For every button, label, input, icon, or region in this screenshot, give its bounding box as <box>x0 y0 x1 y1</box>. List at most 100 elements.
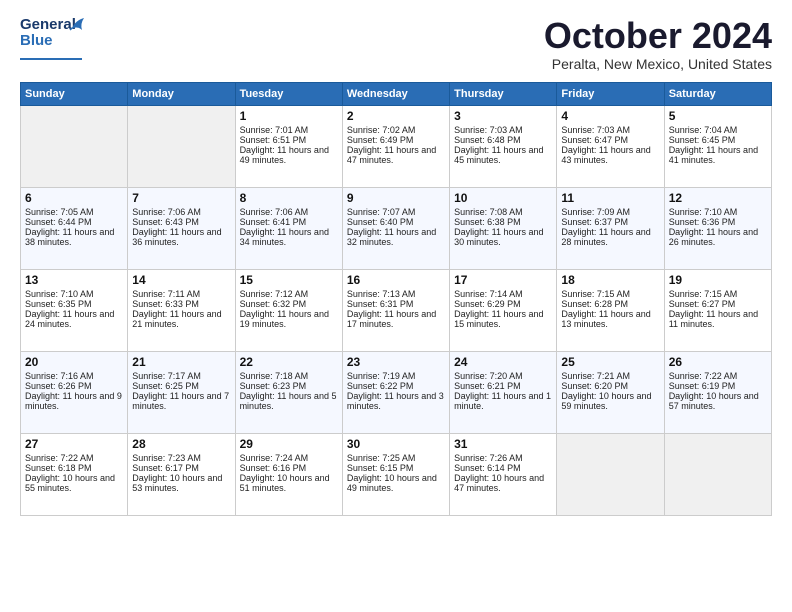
sunrise-text: Sunrise: 7:06 AM <box>240 207 338 217</box>
sunset-text: Sunset: 6:51 PM <box>240 135 338 145</box>
sunset-text: Sunset: 6:41 PM <box>240 217 338 227</box>
sunset-text: Sunset: 6:27 PM <box>669 299 767 309</box>
day-number: 13 <box>25 273 123 287</box>
daylight-text: Daylight: 11 hours and 47 minutes. <box>347 145 445 165</box>
sunset-text: Sunset: 6:20 PM <box>561 381 659 391</box>
table-row: 23Sunrise: 7:19 AMSunset: 6:22 PMDayligh… <box>342 351 449 433</box>
daylight-text: Daylight: 11 hours and 49 minutes. <box>240 145 338 165</box>
day-number: 24 <box>454 355 552 369</box>
month-title: October 2024 <box>544 16 772 56</box>
day-number: 3 <box>454 109 552 123</box>
sunset-text: Sunset: 6:16 PM <box>240 463 338 473</box>
sunrise-text: Sunrise: 7:18 AM <box>240 371 338 381</box>
daylight-text: Daylight: 11 hours and 30 minutes. <box>454 227 552 247</box>
day-number: 11 <box>561 191 659 205</box>
table-row: 21Sunrise: 7:17 AMSunset: 6:25 PMDayligh… <box>128 351 235 433</box>
day-number: 23 <box>347 355 445 369</box>
table-row: 15Sunrise: 7:12 AMSunset: 6:32 PMDayligh… <box>235 269 342 351</box>
logo-blue: Blue <box>20 32 53 49</box>
sunset-text: Sunset: 6:26 PM <box>25 381 123 391</box>
sunrise-text: Sunrise: 7:22 AM <box>25 453 123 463</box>
sunset-text: Sunset: 6:43 PM <box>132 217 230 227</box>
logo-underline <box>20 58 82 60</box>
day-number: 18 <box>561 273 659 287</box>
table-row: 25Sunrise: 7:21 AMSunset: 6:20 PMDayligh… <box>557 351 664 433</box>
daylight-text: Daylight: 11 hours and 28 minutes. <box>561 227 659 247</box>
sunrise-text: Sunrise: 7:09 AM <box>561 207 659 217</box>
sunset-text: Sunset: 6:49 PM <box>347 135 445 145</box>
table-row: 6Sunrise: 7:05 AMSunset: 6:44 PMDaylight… <box>21 187 128 269</box>
sunset-text: Sunset: 6:35 PM <box>25 299 123 309</box>
sunset-text: Sunset: 6:28 PM <box>561 299 659 309</box>
day-number: 29 <box>240 437 338 451</box>
sunset-text: Sunset: 6:15 PM <box>347 463 445 473</box>
page-header: General Blue October 2024 Peralta, New M… <box>20 16 772 72</box>
sunrise-text: Sunrise: 7:14 AM <box>454 289 552 299</box>
sunset-text: Sunset: 6:40 PM <box>347 217 445 227</box>
sunrise-text: Sunrise: 7:04 AM <box>669 125 767 135</box>
sunrise-text: Sunrise: 7:06 AM <box>132 207 230 217</box>
day-number: 12 <box>669 191 767 205</box>
daylight-text: Daylight: 11 hours and 32 minutes. <box>347 227 445 247</box>
sunset-text: Sunset: 6:47 PM <box>561 135 659 145</box>
sunrise-text: Sunrise: 7:05 AM <box>25 207 123 217</box>
sunrise-text: Sunrise: 7:15 AM <box>669 289 767 299</box>
table-row: 17Sunrise: 7:14 AMSunset: 6:29 PMDayligh… <box>450 269 557 351</box>
header-tuesday: Tuesday <box>235 82 342 105</box>
header-sunday: Sunday <box>21 82 128 105</box>
table-row: 22Sunrise: 7:18 AMSunset: 6:23 PMDayligh… <box>235 351 342 433</box>
table-row: 4 Sunrise: 7:03 AMSunset: 6:47 PMDaylight… <box>557 105 664 187</box>
table-row: 20Sunrise: 7:16 AMSunset: 6:26 PMDayligh… <box>21 351 128 433</box>
daylight-text: Daylight: 11 hours and 43 minutes. <box>561 145 659 165</box>
day-number: 27 <box>25 437 123 451</box>
day-number: 17 <box>454 273 552 287</box>
day-number: 9 <box>347 191 445 205</box>
sunrise-text: Sunrise: 7:10 AM <box>25 289 123 299</box>
day-number: 14 <box>132 273 230 287</box>
day-number: 15 <box>240 273 338 287</box>
sunrise-text: Sunrise: 7:03 AM <box>454 125 552 135</box>
daylight-text: Daylight: 11 hours and 36 minutes. <box>132 227 230 247</box>
daylight-text: Daylight: 11 hours and 9 minutes. <box>25 391 123 411</box>
daylight-text: Daylight: 11 hours and 5 minutes. <box>240 391 338 411</box>
day-number: 26 <box>669 355 767 369</box>
daylight-text: Daylight: 11 hours and 19 minutes. <box>240 309 338 329</box>
sunrise-text: Sunrise: 7:23 AM <box>132 453 230 463</box>
sunrise-text: Sunrise: 7:02 AM <box>347 125 445 135</box>
calendar-week-row: 6Sunrise: 7:05 AMSunset: 6:44 PMDaylight… <box>21 187 772 269</box>
day-number: 4 <box>561 109 659 123</box>
sunrise-text: Sunrise: 7:21 AM <box>561 371 659 381</box>
sunset-text: Sunset: 6:48 PM <box>454 135 552 145</box>
calendar-week-row: 20Sunrise: 7:16 AMSunset: 6:26 PMDayligh… <box>21 351 772 433</box>
table-row: 3 Sunrise: 7:03 AMSunset: 6:48 PMDaylight… <box>450 105 557 187</box>
table-row: 16Sunrise: 7:13 AMSunset: 6:31 PMDayligh… <box>342 269 449 351</box>
sunrise-text: Sunrise: 7:20 AM <box>454 371 552 381</box>
sunset-text: Sunset: 6:21 PM <box>454 381 552 391</box>
table-row: 30Sunrise: 7:25 AMSunset: 6:15 PMDayligh… <box>342 433 449 515</box>
sunrise-text: Sunrise: 7:03 AM <box>561 125 659 135</box>
daylight-text: Daylight: 11 hours and 45 minutes. <box>454 145 552 165</box>
table-row: 8Sunrise: 7:06 AMSunset: 6:41 PMDaylight… <box>235 187 342 269</box>
day-number: 28 <box>132 437 230 451</box>
logo: General Blue <box>20 16 82 60</box>
table-row: 27Sunrise: 7:22 AMSunset: 6:18 PMDayligh… <box>21 433 128 515</box>
sunrise-text: Sunrise: 7:10 AM <box>669 207 767 217</box>
sunset-text: Sunset: 6:22 PM <box>347 381 445 391</box>
table-row <box>128 105 235 187</box>
daylight-text: Daylight: 10 hours and 57 minutes. <box>669 391 767 411</box>
daylight-text: Daylight: 10 hours and 47 minutes. <box>454 473 552 493</box>
day-number: 1 <box>240 109 338 123</box>
sunset-text: Sunset: 6:33 PM <box>132 299 230 309</box>
header-saturday: Saturday <box>664 82 771 105</box>
sunrise-text: Sunrise: 7:01 AM <box>240 125 338 135</box>
sunset-text: Sunset: 6:36 PM <box>669 217 767 227</box>
sunrise-text: Sunrise: 7:16 AM <box>25 371 123 381</box>
day-number: 30 <box>347 437 445 451</box>
daylight-text: Daylight: 10 hours and 59 minutes. <box>561 391 659 411</box>
sunset-text: Sunset: 6:37 PM <box>561 217 659 227</box>
table-row: 5Sunrise: 7:04 AMSunset: 6:45 PMDaylight… <box>664 105 771 187</box>
sunrise-text: Sunrise: 7:12 AM <box>240 289 338 299</box>
sunset-text: Sunset: 6:29 PM <box>454 299 552 309</box>
table-row: 13Sunrise: 7:10 AMSunset: 6:35 PMDayligh… <box>21 269 128 351</box>
day-number: 19 <box>669 273 767 287</box>
